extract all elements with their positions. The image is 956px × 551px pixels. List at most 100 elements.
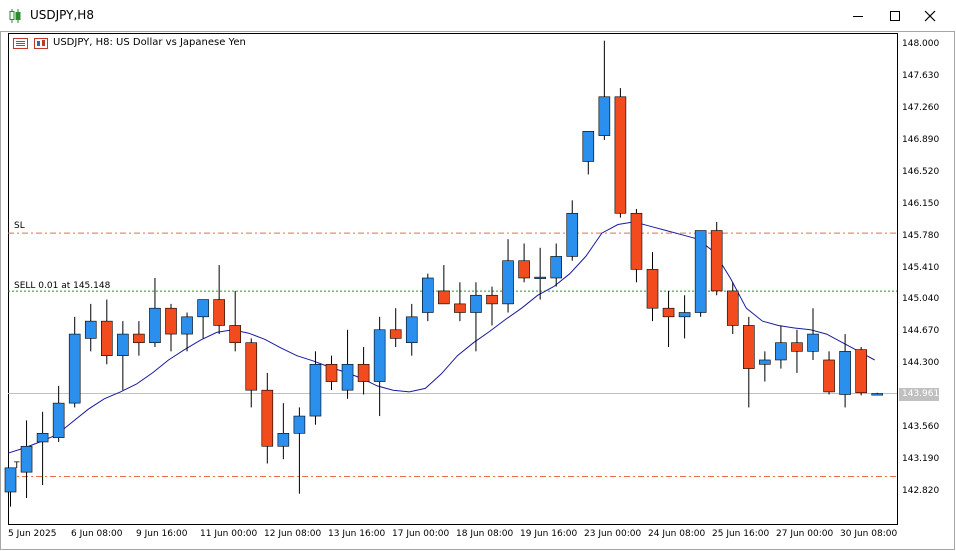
- candle-body: [855, 349, 867, 394]
- candle-body: [101, 320, 113, 356]
- candle-body: [823, 359, 835, 393]
- candle-body: [839, 351, 851, 395]
- candle-body: [68, 333, 81, 404]
- candle: [662, 290, 675, 348]
- candle-body: [678, 312, 691, 318]
- candle: [373, 316, 386, 417]
- candle: [36, 411, 49, 486]
- candle: [101, 299, 113, 365]
- candle: [4, 467, 17, 507]
- candle: [518, 243, 530, 283]
- price-tick-label: 146.520: [902, 166, 940, 177]
- candle-body: [229, 325, 241, 344]
- sell-order-label: SELL 0.01 at 145.148: [14, 281, 111, 291]
- candle-body: [486, 294, 498, 305]
- time-tick-label: 25 Jun 16:00: [712, 529, 770, 539]
- candle: [52, 385, 65, 442]
- minimize-button[interactable]: [841, 0, 875, 31]
- candle: [341, 329, 354, 399]
- list-icon: [13, 38, 28, 49]
- candle-body: [710, 230, 723, 292]
- candle-body: [534, 276, 546, 279]
- candle-body: [807, 333, 819, 352]
- candle: [710, 221, 723, 296]
- candle: [566, 200, 579, 261]
- time-tick-label: 6 Jun 08:00: [71, 529, 123, 539]
- candle: [261, 372, 274, 464]
- candle-body: [614, 96, 627, 214]
- candle-body: [197, 299, 209, 318]
- price-tick-label: 145.410: [902, 262, 940, 273]
- candle-body: [309, 363, 322, 417]
- candle: [550, 243, 563, 287]
- candle-body: [20, 445, 33, 473]
- candle-body: [165, 307, 177, 335]
- candle-body: [277, 433, 290, 447]
- price-tick-label: 142.820: [902, 486, 940, 496]
- title-bar[interactable]: USDJPY,H8: [0, 0, 956, 31]
- candle-body: [52, 402, 65, 438]
- candle-body: [36, 433, 49, 443]
- candle-body: [389, 329, 402, 339]
- maximize-button[interactable]: [878, 0, 912, 31]
- candle: [245, 338, 258, 408]
- candle: [823, 351, 835, 395]
- candle-body: [630, 212, 643, 270]
- candle: [229, 290, 241, 352]
- candle-body: [454, 303, 466, 313]
- price-tick-label: 148.000: [902, 39, 940, 49]
- candle-body: [149, 307, 161, 344]
- window-title: USDJPY,H8: [30, 8, 94, 22]
- candle-body: [582, 130, 595, 162]
- candle-body: [261, 389, 274, 447]
- time-tick-label: 24 Jun 08:00: [648, 529, 706, 539]
- candle: [678, 295, 691, 339]
- candle: [133, 321, 145, 356]
- candle: [614, 88, 627, 218]
- stop-loss-label: SL: [14, 221, 25, 231]
- maximize-icon: [890, 10, 900, 21]
- candlestick-chart-icon: [9, 9, 21, 23]
- time-tick-label: 13 Jun 16:00: [328, 529, 386, 539]
- price-tick-label: 145.040: [902, 294, 940, 305]
- candle-body: [245, 342, 258, 391]
- current-price-tag: 143.961: [899, 388, 939, 401]
- candle: [646, 252, 659, 322]
- candle-body: [405, 316, 418, 344]
- candle: [694, 230, 707, 317]
- candle: [502, 239, 514, 313]
- candle: [486, 286, 498, 326]
- candle: [630, 208, 643, 283]
- candle: [68, 316, 81, 408]
- candle: [197, 299, 209, 339]
- candle-body: [871, 393, 884, 396]
- time-tick-label: 27 Jun 00:00: [776, 529, 834, 539]
- price-chart[interactable]: [0, 31, 955, 550]
- price-tick-label: 146.150: [902, 198, 940, 209]
- time-tick-label: 5 Jun 2025: [8, 529, 57, 539]
- candle: [20, 420, 33, 499]
- price-tick-label: 144.300: [902, 358, 940, 369]
- price-tick-label: 145.780: [902, 230, 940, 241]
- candle-body: [646, 269, 659, 309]
- candle: [775, 325, 787, 369]
- candle-body: [759, 359, 771, 365]
- candle-body: [775, 342, 787, 361]
- candle: [582, 130, 595, 175]
- candle: [598, 40, 611, 140]
- candle: [791, 329, 803, 373]
- close-button[interactable]: [913, 0, 947, 31]
- plot-area-border: [8, 33, 898, 525]
- candle-body: [518, 260, 530, 279]
- candle-body: [133, 333, 145, 344]
- time-tick-label: 17 Jun 00:00: [392, 529, 450, 539]
- time-tick-label: 9 Jun 16:00: [136, 529, 188, 539]
- candle-body: [84, 320, 97, 339]
- candle-body: [4, 467, 17, 493]
- candle-body: [742, 325, 755, 369]
- candle: [309, 351, 322, 425]
- chart-legend: [13, 37, 49, 49]
- candle-body: [117, 333, 129, 356]
- candle: [839, 334, 851, 408]
- price-tick-label: 146.890: [902, 134, 940, 145]
